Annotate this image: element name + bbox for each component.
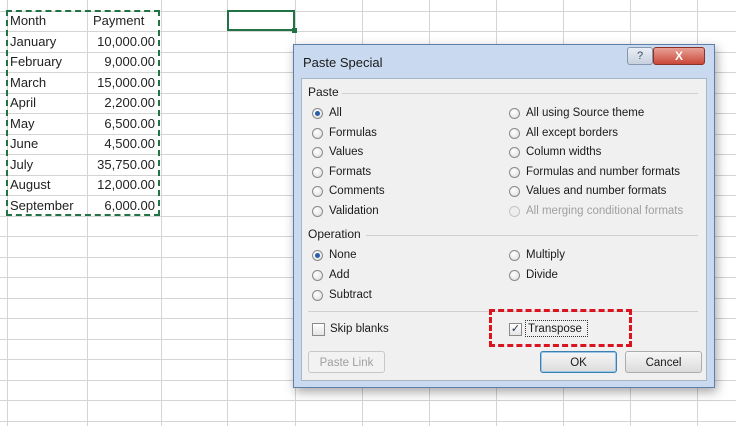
close-button[interactable]: X	[653, 47, 705, 65]
section-divider	[366, 235, 698, 236]
radio-icon	[312, 147, 323, 158]
radio-label: Validation	[329, 205, 379, 217]
radio-label: Formulas	[329, 127, 377, 139]
dialog-title: Paste Special	[303, 55, 383, 70]
transpose-highlight-annotation	[489, 309, 632, 347]
radio-icon	[509, 128, 520, 139]
radio-icon	[509, 250, 520, 261]
radio-label: All merging conditional formats	[526, 205, 684, 217]
radio-label: None	[329, 249, 357, 261]
radio-icon	[312, 167, 323, 178]
checkbox-icon	[312, 323, 325, 336]
radio-icon	[312, 206, 323, 217]
help-button[interactable]: ?	[627, 47, 653, 65]
radio-label: All except borders	[526, 127, 619, 139]
radio-label: Comments	[329, 185, 385, 197]
radio-label: Values and number formats	[526, 185, 667, 197]
radio-icon	[509, 147, 520, 158]
help-icon: ?	[636, 50, 644, 62]
close-icon: X	[674, 49, 683, 63]
radio-icon	[509, 108, 520, 119]
radio-label: Multiply	[526, 249, 565, 261]
grid-line	[161, 0, 162, 426]
radio-icon	[312, 270, 323, 281]
radio-label: Divide	[526, 269, 558, 281]
radio-label: Column widths	[526, 146, 602, 158]
operation-section-label: Operation	[308, 227, 361, 241]
fill-handle[interactable]	[292, 28, 297, 33]
active-cell-selection[interactable]	[227, 10, 295, 31]
ok-button[interactable]: OK	[540, 351, 617, 373]
radio-icon	[509, 206, 520, 217]
radio-label: Add	[329, 269, 350, 281]
radio-label: All	[329, 107, 342, 119]
radio-selected-icon	[312, 108, 323, 119]
radio-label: Values	[329, 146, 364, 158]
radio-label: Formats	[329, 166, 372, 178]
paste-link-button[interactable]: Paste Link	[308, 351, 385, 373]
grid-line	[227, 0, 228, 426]
radio-icon	[509, 270, 520, 281]
radio-label: Formulas and number formats	[526, 166, 681, 178]
checkbox-label: Skip blanks	[330, 323, 389, 335]
grid-line	[0, 421, 736, 422]
cancel-button[interactable]: Cancel	[625, 351, 702, 373]
grid-line	[0, 400, 736, 401]
radio-label: All using Source theme	[526, 107, 645, 119]
radio-icon	[312, 290, 323, 301]
radio-selected-icon	[312, 250, 323, 261]
section-divider	[342, 93, 698, 94]
copy-marquee	[6, 10, 160, 216]
radio-icon	[509, 186, 520, 197]
paste-section-label: Paste	[308, 85, 339, 99]
radio-icon	[312, 128, 323, 139]
radio-icon	[312, 186, 323, 197]
radio-icon	[509, 167, 520, 178]
radio-label: Subtract	[329, 289, 372, 301]
dialog-titlebar[interactable]: Paste Special ? X	[294, 45, 714, 78]
